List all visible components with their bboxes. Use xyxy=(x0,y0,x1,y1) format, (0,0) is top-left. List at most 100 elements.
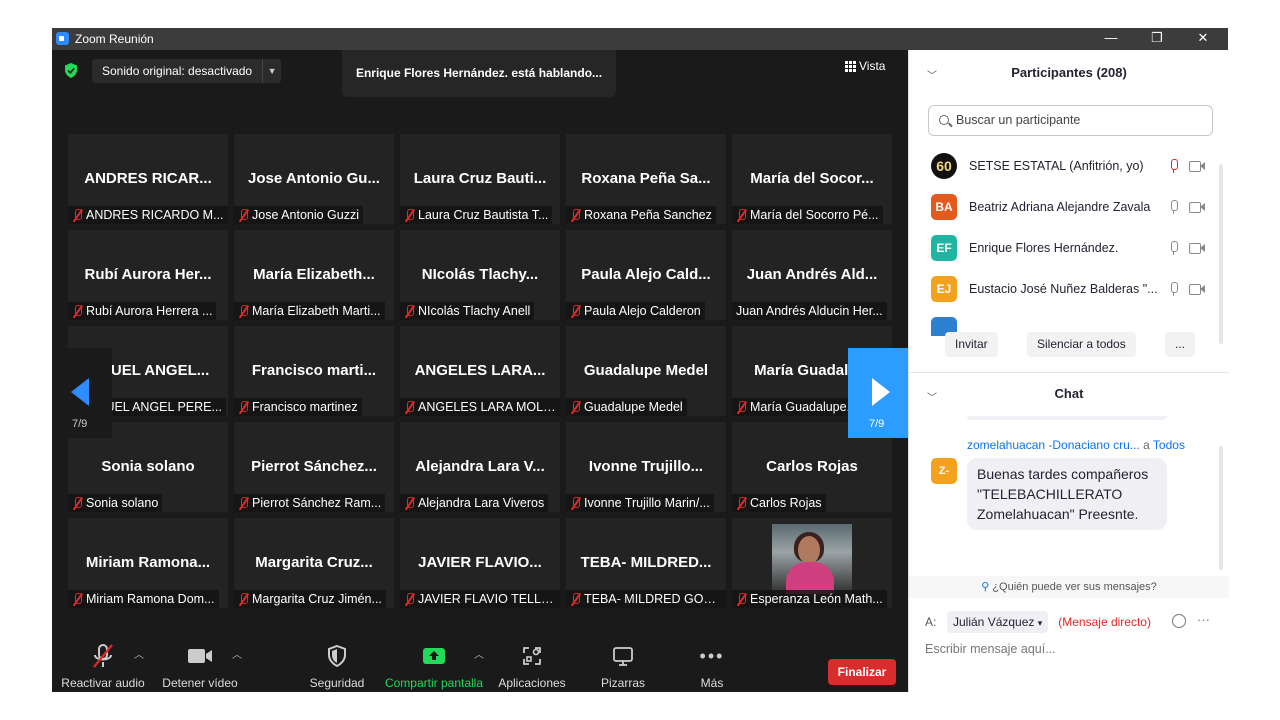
mic-muted-icon xyxy=(404,496,415,510)
encryption-shield-icon[interactable] xyxy=(64,63,78,78)
video-camera-icon[interactable] xyxy=(1189,201,1205,213)
participant-tile[interactable]: Paula Alejo Cald... Paula Alejo Calderon xyxy=(566,230,726,320)
participant-display-name: Ivonne Trujillo... xyxy=(588,458,704,475)
mic-muted-icon xyxy=(736,400,747,414)
whiteboards-button[interactable]: Pizarras xyxy=(590,642,656,690)
participant-tile[interactable]: Guadalupe Medel Guadalupe Medel xyxy=(566,326,726,416)
participant-display-name: Margarita Cruz... xyxy=(255,554,373,571)
participant-tile[interactable]: Laura Cruz Bauti... Laura Cruz Bautista T… xyxy=(400,134,560,224)
video-options-caret-icon[interactable]: ︿ xyxy=(232,646,242,661)
participant-row[interactable]: 60 SETSE ESTATAL (Anfitrión, yo) xyxy=(909,146,1229,187)
participant-caption-text: Ivonne Trujillo Marin/... xyxy=(584,496,710,510)
participant-name-caption: NIcolás Tlachy Anell xyxy=(400,302,535,320)
participant-tile[interactable]: ANDRES RICAR... ANDRES RICARDO M... xyxy=(68,134,228,224)
participant-row[interactable]: BA Beatriz Adriana Alejandre Zavala xyxy=(909,187,1229,228)
participant-tile[interactable]: Juan Andrés Ald... Juan Andrés Alducin He… xyxy=(732,230,892,320)
message-sender[interactable]: zomelahuacan -Donaciano cru... xyxy=(967,438,1140,452)
message-to-word: a xyxy=(1143,438,1150,452)
participant-search-input[interactable]: Buscar un participante xyxy=(928,105,1213,136)
participant-caption-text: NIcolás Tlachy Anell xyxy=(418,304,531,318)
participant-tile[interactable]: María del Socor... María del Socorro Pé..… xyxy=(732,134,892,224)
previous-page-button[interactable]: 7/9 xyxy=(52,348,112,438)
recipient-dropdown[interactable]: Julián Vázquez ▾ xyxy=(947,611,1049,633)
participant-name-caption: Miriam Ramona Dom... xyxy=(68,590,219,608)
apps-button[interactable]: Aplicaciones xyxy=(496,642,568,690)
participant-tile[interactable]: Alejandra Lara V... Alejandra Lara Vivero… xyxy=(400,422,560,512)
participant-display-name: ANGELES LARA... xyxy=(414,362,546,379)
participant-name-caption: Francisco martinez xyxy=(234,398,362,416)
participant-display-name: Juan Andrés Ald... xyxy=(746,266,878,283)
minimize-button[interactable]: — xyxy=(1088,28,1134,50)
participant-tile[interactable]: Francisco marti... Francisco martinez xyxy=(234,326,394,416)
chevron-down-icon[interactable]: ▼ xyxy=(263,66,281,76)
mic-muted-icon[interactable] xyxy=(1167,158,1181,174)
mute-all-button[interactable]: Silenciar a todos xyxy=(1027,332,1136,357)
view-button[interactable]: Vista xyxy=(845,59,885,73)
restore-button[interactable]: ❐ xyxy=(1134,28,1180,50)
mic-muted-icon xyxy=(570,592,581,606)
participant-row[interactable]: EF Enrique Flores Hernández. xyxy=(909,228,1229,269)
participant-name-caption: TEBA- MILDRED GON... xyxy=(566,590,726,608)
stop-video-button[interactable]: Detener vídeo xyxy=(160,642,240,690)
participant-caption-text: Sonia solano xyxy=(86,496,159,510)
meeting-toolbar: Reactivar audio ︿ Detener vídeo ︿ Seguri… xyxy=(52,634,908,692)
chat-message-input[interactable]: Escribir mensaje aquí... xyxy=(925,642,1056,656)
mic-muted-icon xyxy=(570,208,581,222)
participants-more-button[interactable]: ... xyxy=(1165,332,1196,357)
participant-display-name: Guadalupe Medel xyxy=(583,362,709,379)
participant-caption-text: María del Socorro Pé... xyxy=(750,208,879,222)
mic-icon[interactable] xyxy=(1167,281,1181,297)
video-camera-icon[interactable] xyxy=(1189,283,1205,295)
more-button[interactable]: ••• Más xyxy=(682,642,742,691)
participant-tile[interactable]: Jose Antonio Gu... Jose Antonio Guzzi xyxy=(234,134,394,224)
participant-display-name: María Elizabeth... xyxy=(253,266,375,283)
chat-scrollbar[interactable] xyxy=(1219,446,1223,570)
mic-muted-icon xyxy=(238,304,249,318)
participant-tile[interactable]: Ivonne Trujillo... Ivonne Trujillo Marin/… xyxy=(566,422,726,512)
mic-muted-icon xyxy=(238,592,249,606)
whiteboards-label: Pizarras xyxy=(600,676,645,690)
participant-display-name: Miriam Ramona... xyxy=(85,554,211,571)
participant-tile[interactable]: Pierrot Sánchez... Pierrot Sánchez Ram... xyxy=(234,422,394,512)
mic-icon[interactable] xyxy=(1167,199,1181,215)
chat-recipient-row: A: Julián Vázquez ▾ (Mensaje directo) ··… xyxy=(925,610,1225,634)
who-can-see-link[interactable]: ⚲ ¿Quién puede ver sus mensajes? xyxy=(909,576,1229,598)
participant-name-caption: Alejandra Lara Viveros xyxy=(400,494,549,512)
video-camera-icon[interactable] xyxy=(1189,242,1205,254)
participant-tile[interactable]: Roxana Peña Sa... Roxana Peña Sanchez xyxy=(566,134,726,224)
direct-message-label: (Mensaje directo) xyxy=(1058,615,1151,629)
close-button[interactable]: ✕ xyxy=(1180,28,1226,50)
participant-tile[interactable]: Margarita Cruz... Margarita Cruz Jimén... xyxy=(234,518,394,608)
invite-button[interactable]: Invitar xyxy=(945,332,998,357)
audio-options-caret-icon[interactable]: ︿ xyxy=(134,646,144,661)
next-page-button[interactable]: 7/9 xyxy=(848,348,908,438)
security-button[interactable]: Seguridad xyxy=(302,642,372,690)
participant-tile[interactable]: Esperanza León Math... xyxy=(732,518,892,608)
share-options-caret-icon[interactable]: ︿ xyxy=(474,646,484,661)
mic-icon[interactable] xyxy=(1167,240,1181,256)
emoji-icon[interactable] xyxy=(1172,614,1186,628)
participant-tile[interactable]: Rubí Aurora Her... Rubí Aurora Herrera ..… xyxy=(68,230,228,320)
more-dots-icon[interactable]: ··· xyxy=(1197,612,1210,627)
participant-display-name: Francisco marti... xyxy=(251,362,377,379)
participant-tile[interactable]: ANGELES LARA... ANGELES LARA MOLI... xyxy=(400,326,560,416)
participant-display-name: Carlos Rojas xyxy=(766,458,858,475)
side-panel: ﹀ Participantes (208) Buscar un particip… xyxy=(908,50,1229,692)
video-camera-icon xyxy=(188,649,212,663)
end-meeting-button[interactable]: Finalizar xyxy=(828,659,896,685)
participant-tile[interactable]: JAVIER FLAVIO... JAVIER FLAVIO TELLO ... xyxy=(400,518,560,608)
participant-row[interactable]: EJ Eustacio José Nuñez Balderas "... xyxy=(909,269,1229,310)
participant-tile[interactable]: Miriam Ramona... Miriam Ramona Dom... xyxy=(68,518,228,608)
share-screen-button[interactable]: Compartir pantalla xyxy=(382,642,486,690)
avatar: BA xyxy=(931,194,957,220)
zoom-logo-icon xyxy=(56,32,69,45)
grid-view-icon xyxy=(845,61,856,72)
video-camera-icon[interactable] xyxy=(1189,160,1205,172)
participant-tile[interactable]: María Elizabeth... María Elizabeth Marti.… xyxy=(234,230,394,320)
participants-scrollbar[interactable] xyxy=(1219,164,1223,344)
participant-tile[interactable]: TEBA- MILDRED... TEBA- MILDRED GON... xyxy=(566,518,726,608)
search-placeholder: Buscar un participante xyxy=(956,113,1081,127)
original-sound-dropdown[interactable]: Sonido original: desactivado ▼ xyxy=(92,59,282,83)
title-bar: Zoom Reunión — ❐ ✕ xyxy=(52,28,1228,50)
participant-tile[interactable]: NIcolás Tlachy... NIcolás Tlachy Anell xyxy=(400,230,560,320)
